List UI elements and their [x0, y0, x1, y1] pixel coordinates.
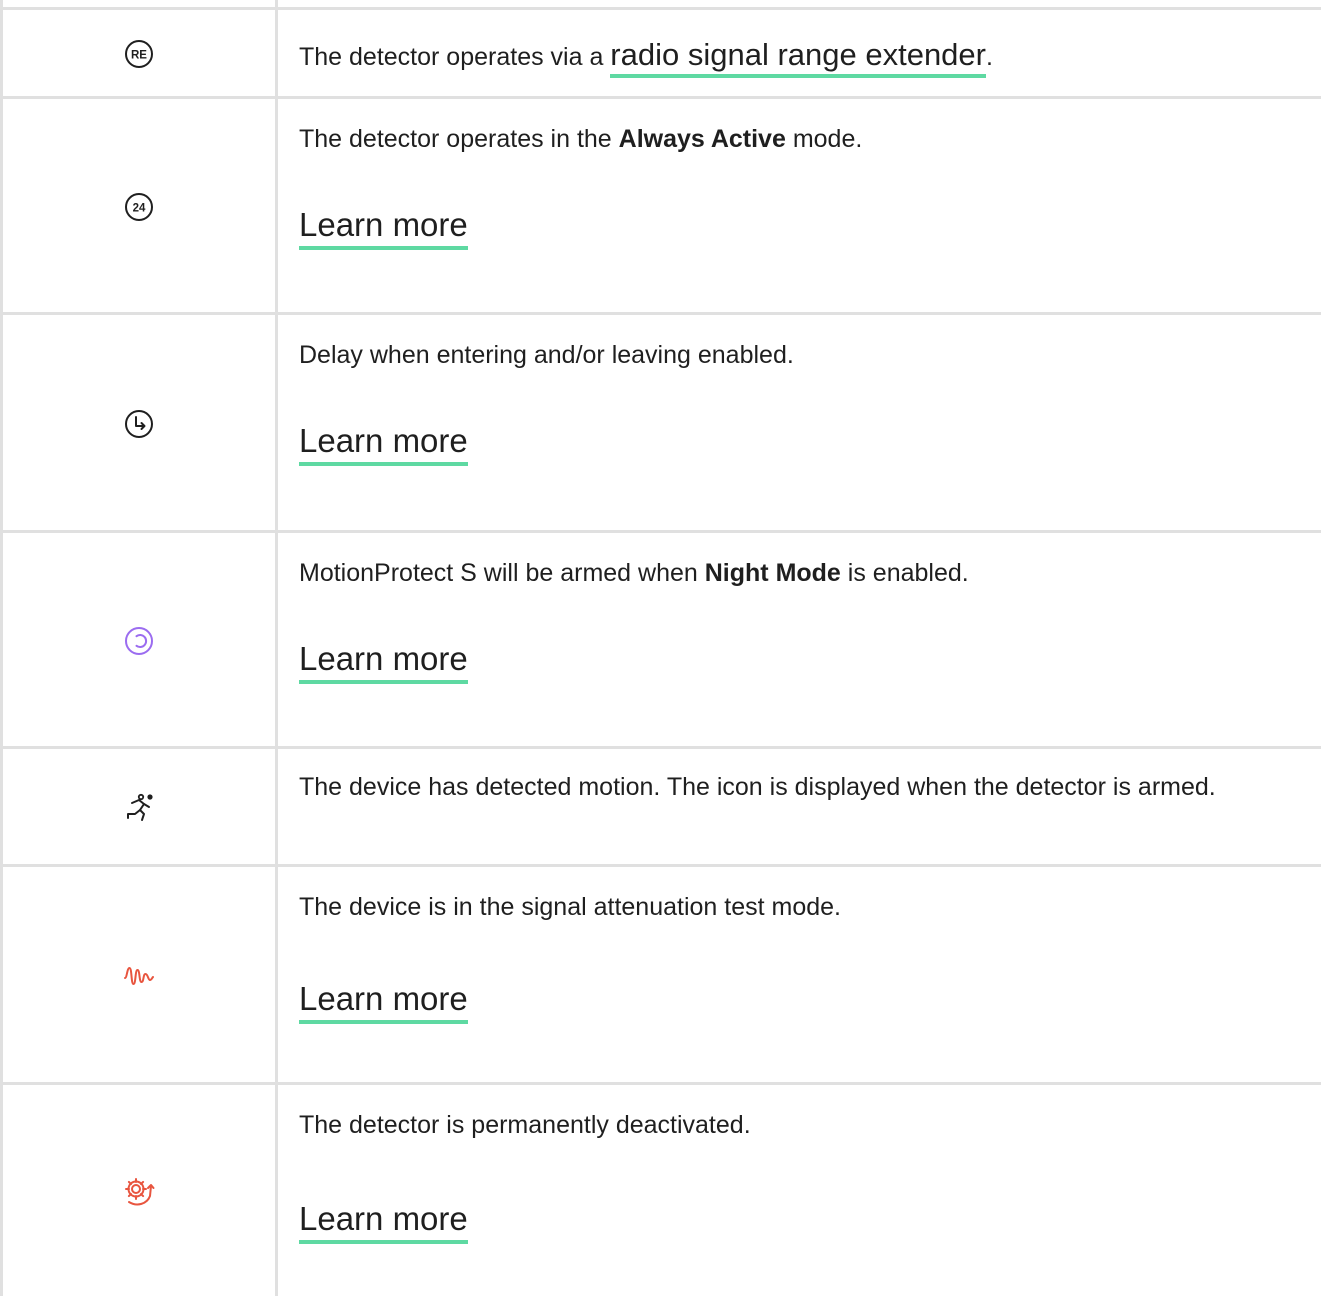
description-cell: The detector operates in the Always Acti…: [299, 120, 1308, 250]
description: MotionProtect S will be armed when Night…: [299, 554, 1308, 592]
night-mode-icon: [124, 626, 154, 656]
icon-cell: [3, 867, 275, 1084]
description: The device has detected motion. The icon…: [299, 773, 1216, 801]
icon-cell: [3, 749, 275, 866]
range-extender-icon-label: RE: [131, 49, 147, 61]
icon-cell: RE: [3, 10, 275, 97]
description-text: The detector operates via a: [299, 43, 611, 71]
description-text-end: is enabled.: [840, 559, 969, 587]
description-text-end: mode.: [785, 125, 863, 153]
learn-more-link[interactable]: Learn more: [299, 640, 468, 684]
description-cell: The detector operates via a radio signal…: [299, 36, 1308, 78]
learn-more-link[interactable]: Learn more: [299, 980, 468, 1024]
description: The detector is permanently deactivated.: [299, 1111, 751, 1139]
description-cell: Delay when entering and/or leaving enabl…: [299, 336, 1308, 466]
description-text: MotionProtect S will be armed when: [299, 559, 705, 587]
description-cell: The device is in the signal attenuation …: [299, 888, 1308, 1024]
description-text-end: .: [986, 43, 993, 71]
mode-name: Night Mode: [704, 559, 841, 587]
description: The detector operates via a radio signal…: [299, 36, 1308, 78]
table-row: 24 The detector operates in the Always A…: [3, 96, 1321, 314]
column-divider: [275, 0, 278, 1296]
delay-clock-icon: [124, 409, 154, 439]
motion-detected-icon: [122, 791, 156, 825]
table-row: Delay when entering and/or leaving enabl…: [3, 312, 1321, 532]
table-row: RE The detector operates via a radio sig…: [3, 7, 1321, 97]
description: The detector operates in the Always Acti…: [299, 120, 1308, 158]
table-row: The device has detected motion. The icon…: [3, 746, 1321, 866]
range-extender-link[interactable]: radio signal range extender: [610, 37, 986, 78]
icon-cell: [3, 533, 275, 748]
description-cell: The detector is permanently deactivated.…: [299, 1106, 1308, 1244]
icon-legend-table: RE The detector operates via a radio sig…: [0, 0, 1321, 1296]
description-cell: MotionProtect S will be armed when Night…: [299, 554, 1308, 684]
signal-attenuation-icon: [123, 964, 155, 988]
description: Delay when entering and/or leaving enabl…: [299, 341, 794, 369]
learn-more-link[interactable]: Learn more: [299, 1200, 468, 1244]
always-active-icon: 24: [124, 192, 154, 222]
permanently-deactivated-icon: [122, 1174, 156, 1208]
icon-cell: [3, 1085, 275, 1296]
description-cell: The device has detected motion. The icon…: [299, 768, 1308, 806]
description-text: The detector operates in the: [299, 125, 619, 153]
icon-cell: 24: [3, 99, 275, 314]
mode-name: Always Active: [618, 125, 786, 153]
icon-cell: [3, 315, 275, 532]
always-active-icon-label: 24: [133, 202, 146, 214]
table-row: The device is in the signal attenuation …: [3, 864, 1321, 1084]
learn-more-link[interactable]: Learn more: [299, 422, 468, 466]
table-row: MotionProtect S will be armed when Night…: [3, 530, 1321, 748]
table-row: The detector is permanently deactivated.…: [3, 1082, 1321, 1296]
learn-more-link[interactable]: Learn more: [299, 206, 468, 250]
range-extender-icon: RE: [124, 39, 154, 69]
description: The device is in the signal attenuation …: [299, 893, 841, 921]
